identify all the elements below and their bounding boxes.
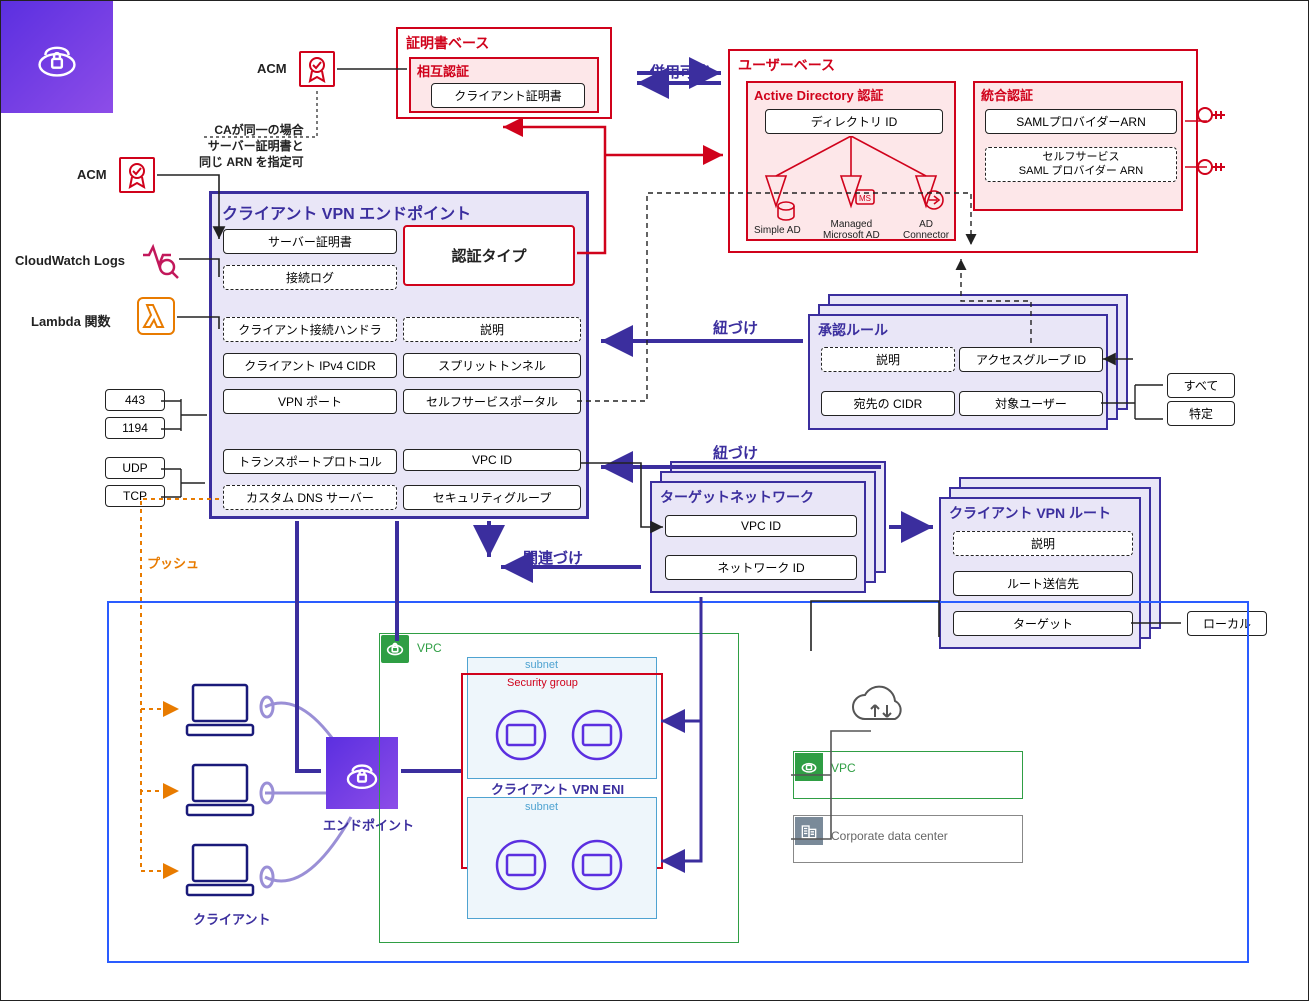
assoc-label: 関連づけ: [523, 547, 583, 568]
client-label: クライアント: [193, 909, 270, 928]
ep-vpc-id: VPC ID: [403, 449, 581, 471]
rt-desc: 説明: [953, 531, 1133, 556]
auth-rules-title: 承認ルール: [810, 316, 1106, 344]
ad-connector-label: AD Connector: [903, 219, 949, 241]
rt-dest: ルート送信先: [953, 571, 1133, 596]
ep-conn-handler: クライアント接続ハンドラ: [223, 317, 397, 342]
cdc-label: Corporate data center: [831, 829, 948, 843]
vpc-icon: [381, 635, 409, 663]
link-label-2: 紐づけ: [713, 442, 758, 463]
ep-split-tunnel: スプリットトンネル: [403, 353, 581, 378]
cert-base-title: 証明書ベース: [398, 29, 610, 57]
fed-auth-group: 統合認証: [973, 81, 1183, 211]
ep-dns: カスタム DNS サーバー: [223, 485, 397, 510]
ar-all: すべて: [1167, 373, 1235, 398]
ep-transport: トランスポートプロトコル: [223, 449, 397, 474]
push-label: プッシュ: [147, 553, 199, 572]
user-base-title: ユーザーベース: [730, 51, 1196, 79]
ad-auth-title: Active Directory 認証: [748, 83, 954, 106]
subnet2-label: subnet: [525, 801, 558, 813]
ep-ipv4-cidr: クライアント IPv4 CIDR: [223, 353, 397, 378]
acm-label-2: ACM: [77, 167, 107, 182]
sg-label: Security group: [507, 677, 578, 689]
ep-self-portal: セルフサービスポータル: [403, 389, 581, 414]
directory-id-item: ディレクトリ ID: [765, 109, 943, 134]
acm-label-1: ACM: [257, 61, 287, 76]
ep-server-cert: サーバー証明書: [223, 229, 397, 254]
ca-note: CAが同一の場合 サーバー証明書と 同じ ARN を指定可: [199, 122, 304, 171]
subnet1-label: subnet: [525, 659, 558, 671]
combine-label: 併用可能: [650, 61, 710, 82]
client-cert-item: クライアント証明書: [431, 83, 585, 108]
link-label-1: 紐づけ: [713, 317, 758, 338]
subnet2-box: [467, 797, 657, 919]
ar-target: 対象ユーザー: [959, 391, 1103, 416]
fed-auth-title: 統合認証: [975, 83, 1181, 106]
simple-ad-label: Simple AD: [754, 225, 801, 236]
self-service-saml-item: セルフサービス SAML プロバイダー ARN: [985, 147, 1177, 182]
ar-specific: 特定: [1167, 401, 1235, 426]
managed-ad-label: Managed Microsoft AD: [823, 219, 880, 241]
ep-conn-log: 接続ログ: [223, 265, 397, 290]
lambda-icon: [137, 297, 175, 335]
ar-desc: 説明: [821, 347, 955, 372]
vpc-label: VPC: [417, 641, 442, 655]
ep-sg: セキュリティグループ: [403, 485, 581, 510]
tn-net-id: ネットワーク ID: [665, 555, 857, 580]
service-icon: [1, 1, 113, 113]
acm-icon-1: [299, 51, 335, 87]
saml-arn-item: SAMLプロバイダーARN: [985, 109, 1177, 134]
lambda-label: Lambda 関数: [31, 311, 110, 330]
tn-vpc: VPC ID: [665, 515, 857, 537]
port-443: 443: [105, 389, 165, 411]
acm-icon-2: [119, 157, 155, 193]
other-vpc-label: VPC: [831, 761, 856, 775]
ar-cidr: 宛先の CIDR: [821, 391, 955, 416]
cloudwatch-label: CloudWatch Logs: [15, 253, 125, 268]
ad-auth-group: Active Directory 認証: [746, 81, 956, 241]
ep-auth-type: 認証タイプ: [403, 225, 575, 286]
port-1194: 1194: [105, 417, 165, 439]
mutual-auth-title: 相互認証: [411, 59, 597, 82]
proto-tcp: TCP: [105, 485, 165, 507]
ep-vpn-port: VPN ポート: [223, 389, 397, 414]
other-vpc-icon: [795, 753, 823, 781]
routes-title: クライアント VPN ルート: [941, 499, 1139, 527]
ar-group: アクセスグループ ID: [959, 347, 1103, 372]
eni-label: クライアント VPN ENI: [491, 779, 624, 798]
target-net-title: ターゲットネットワーク: [652, 483, 864, 511]
other-vpc-box: [793, 751, 1023, 799]
cdc-icon: [795, 817, 823, 845]
proto-udp: UDP: [105, 457, 165, 479]
ep-desc: 説明: [403, 317, 581, 342]
